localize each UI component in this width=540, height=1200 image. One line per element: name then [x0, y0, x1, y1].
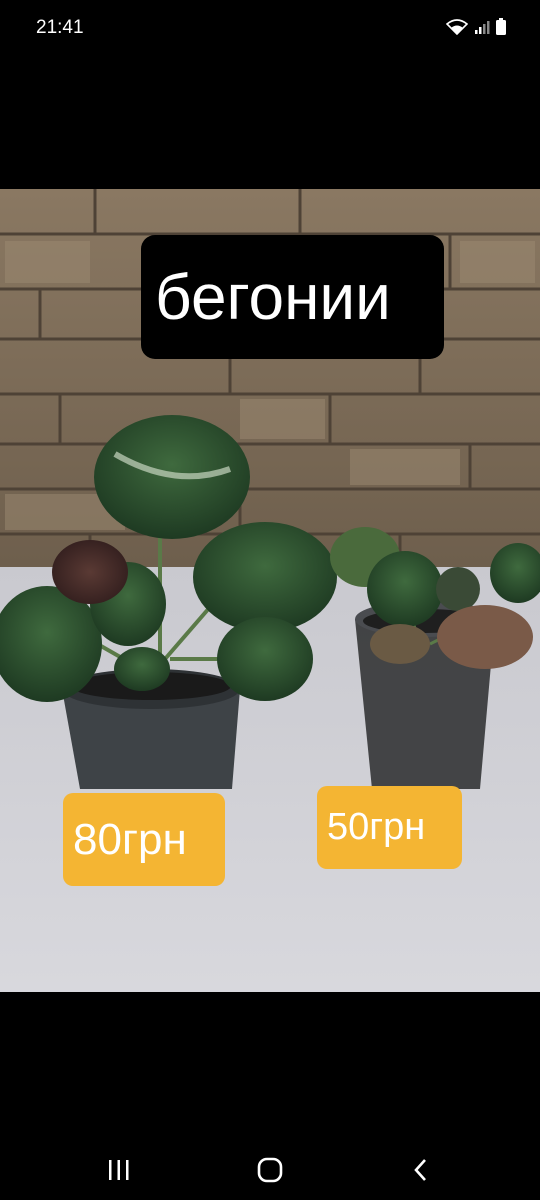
battery-icon — [496, 18, 506, 40]
price-tag-right: 50грн — [317, 786, 462, 869]
back-button[interactable] — [401, 1156, 441, 1184]
home-icon — [257, 1157, 283, 1183]
navigation-bar — [0, 1130, 540, 1200]
status-time: 21:41 — [36, 17, 84, 38]
price-tag-left: 80грн — [63, 793, 225, 886]
recent-apps-button[interactable] — [99, 1156, 139, 1184]
back-icon — [414, 1159, 426, 1181]
product-photo[interactable]: бегонии 80грн 50грн — [0, 189, 540, 992]
photo-title: бегонии — [141, 235, 444, 359]
status-icons — [445, 18, 506, 40]
status-bar: 21:41 — [0, 0, 540, 60]
signal-icon — [474, 19, 490, 40]
recent-apps-icon — [109, 1160, 129, 1180]
home-button[interactable] — [250, 1156, 290, 1184]
wifi-icon — [445, 18, 469, 40]
